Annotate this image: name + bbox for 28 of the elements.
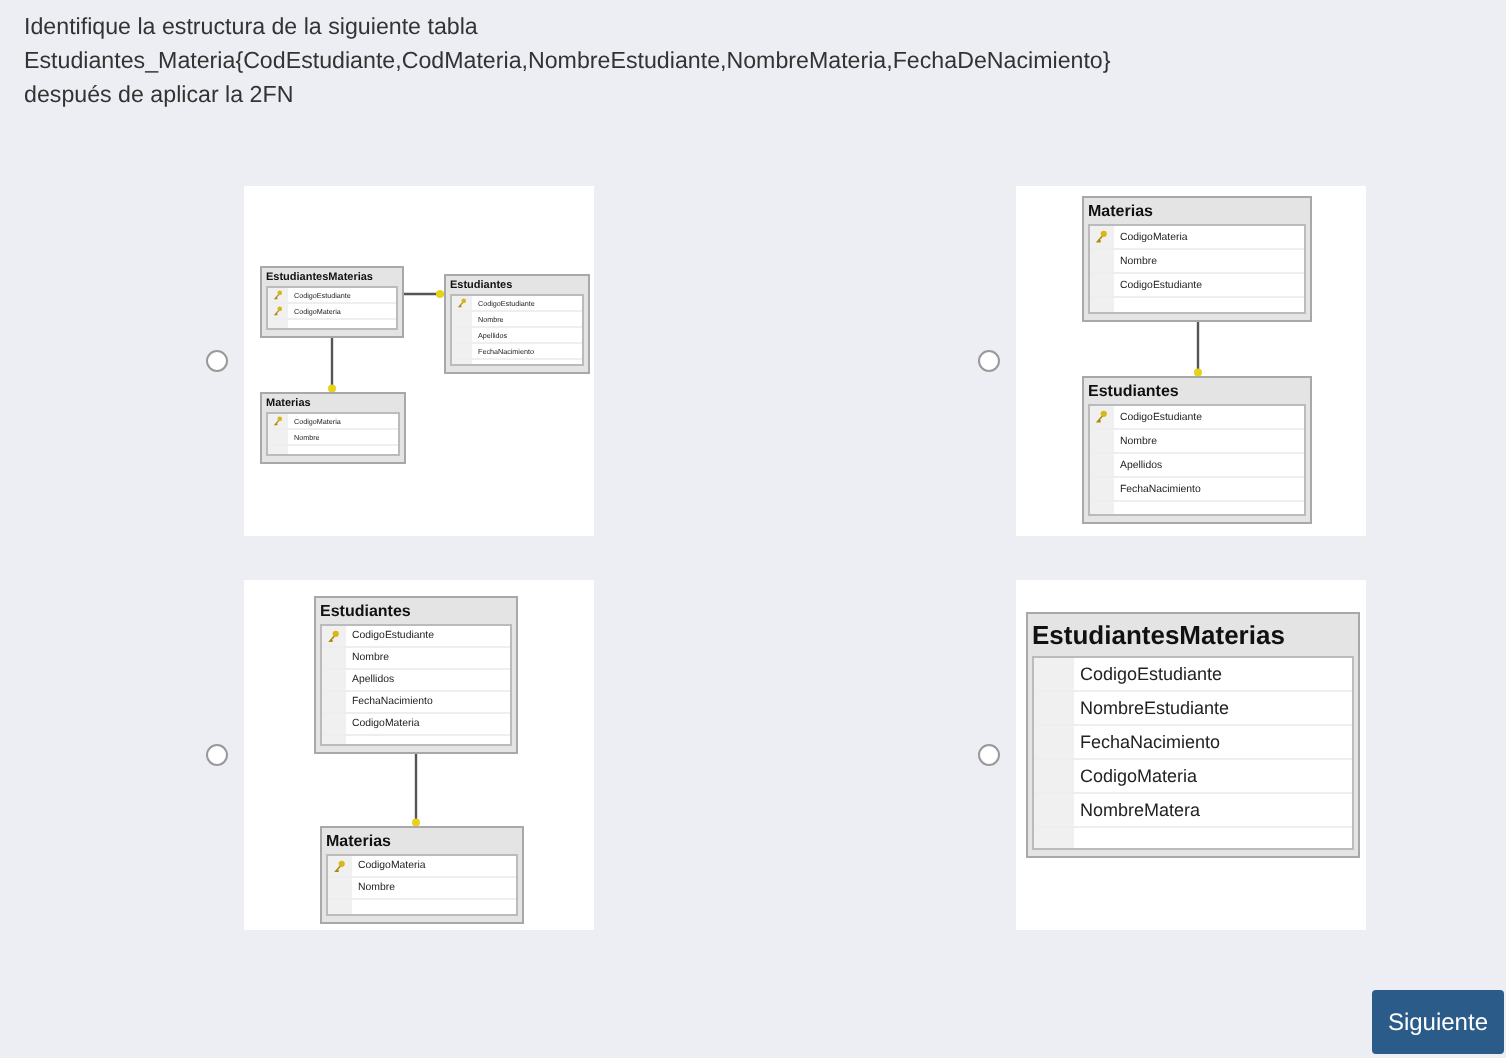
question-text: después de aplicar la 2FN — [24, 80, 296, 112]
next-button[interactable]: Siguiente — [1371, 990, 1504, 1054]
diagram-card[interactable]: EstudiantesMaterias CodigoEstudiante NombreEstudiante FechaNacimiento CodigoMateria NombreMatera — [1016, 580, 1366, 930]
radio-button[interactable] — [206, 350, 228, 372]
table-name: Materias — [1088, 200, 1155, 224]
key-icon — [273, 290, 283, 301]
key-icon — [327, 629, 341, 643]
radio-button[interactable] — [206, 744, 228, 766]
table-name: Estudiantes — [1088, 380, 1181, 404]
relation-line — [398, 289, 450, 298]
key-icon — [273, 416, 283, 427]
table-name: EstudiantesMaterias — [1032, 618, 1287, 654]
key-icon — [333, 859, 347, 873]
key-icon — [457, 298, 467, 309]
radio-button[interactable] — [978, 744, 1000, 766]
column-name: NombreMatera — [1078, 799, 1201, 819]
column-name: CodigoEstudiante — [1078, 663, 1223, 683]
column-name: CodigoMateria — [1078, 765, 1198, 785]
radio-button[interactable] — [978, 350, 1000, 372]
key-icon — [1095, 410, 1109, 424]
table-name: Materias — [326, 830, 393, 854]
column-name: FechaNacimiento — [1078, 731, 1221, 751]
key-icon — [1095, 230, 1109, 244]
column-name: NombreEstudiante — [1078, 697, 1230, 717]
table-name: Estudiantes — [320, 600, 413, 624]
question-text: Identifique la estructura de la siguiente tabla — [24, 12, 480, 44]
question-text: Estudiantes_Materia{CodEstudiante,CodMateria,NombreEstudiante,NombreMateria,FechaDeNacimiento} — [24, 46, 1113, 78]
key-icon — [273, 306, 283, 317]
